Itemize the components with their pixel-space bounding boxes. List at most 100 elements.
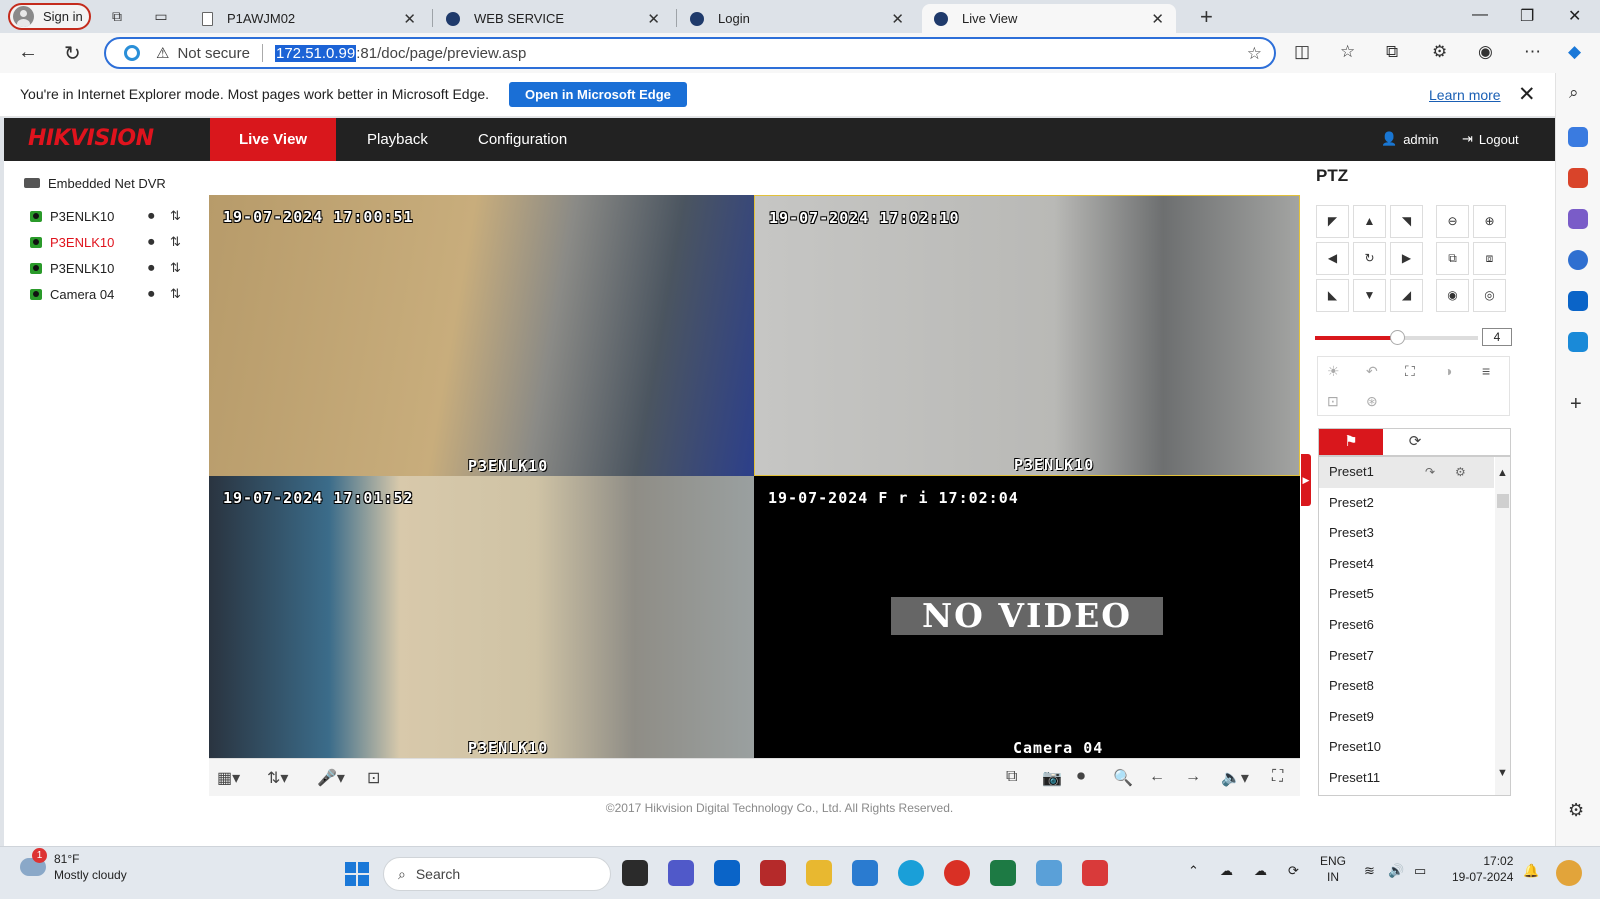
- ptz-speed-handle[interactable]: [1389, 330, 1405, 345]
- preset-item[interactable]: Preset4: [1319, 549, 1494, 580]
- preset-item[interactable]: Preset1 ↷ ⚙: [1319, 457, 1494, 488]
- call-preset-icon[interactable]: ↷: [1425, 457, 1435, 487]
- enable-all-icon[interactable]: ⊡: [367, 768, 380, 788]
- lens-init-icon[interactable]: ◑: [1444, 363, 1452, 379]
- camera-item[interactable]: P3ENLK10 ⏺ ⇅: [24, 203, 214, 229]
- remote-app-icon[interactable]: [852, 860, 878, 886]
- preset-item[interactable]: Preset3: [1319, 518, 1494, 549]
- extensions-icon[interactable]: ⚙: [1432, 42, 1447, 62]
- ie-mode-icon[interactable]: [124, 45, 140, 61]
- preset-scrollbar[interactable]: ▲ ▼: [1495, 457, 1510, 795]
- stream-type-icon[interactable]: ⇅▾: [267, 768, 288, 788]
- camera-item[interactable]: P3ENLK10 ⏺ ⇅: [24, 229, 214, 255]
- close-tab-icon[interactable]: ✕: [891, 10, 904, 28]
- more-menu-icon[interactable]: ⋯: [1524, 42, 1541, 62]
- toolbox-icon[interactable]: [1568, 168, 1588, 188]
- add-icon[interactable]: +: [1570, 393, 1582, 416]
- people-icon[interactable]: [1568, 209, 1588, 229]
- dvr-node[interactable]: Embedded Net DVR: [24, 172, 214, 194]
- chrome-app-icon[interactable]: [944, 860, 970, 886]
- stream-select-icon[interactable]: ⇅: [170, 286, 192, 302]
- favorites-icon[interactable]: ☆: [1340, 42, 1355, 62]
- record-all-icon[interactable]: ⏺: [1077, 768, 1085, 786]
- tab-login[interactable]: Login ✕: [678, 4, 916, 33]
- anydesk-app-icon[interactable]: [1082, 860, 1108, 886]
- auxiliary-focus-icon[interactable]: ⊡: [1327, 393, 1339, 410]
- record-icon[interactable]: ⏺: [148, 234, 170, 250]
- pan-up-button[interactable]: ▲: [1353, 205, 1386, 238]
- tab-p1awjm02[interactable]: P1AWJM02 ✕: [190, 4, 428, 33]
- stream-select-icon[interactable]: ⇅: [170, 234, 192, 250]
- 3d-positioning-icon[interactable]: ⛶: [1405, 363, 1415, 380]
- light-icon[interactable]: ☀: [1327, 363, 1340, 380]
- focus-far-icon[interactable]: ⧈: [1473, 242, 1506, 275]
- preset-item[interactable]: Preset6: [1319, 610, 1494, 641]
- tab-actions-icon[interactable]: ▭: [152, 7, 170, 25]
- menu-icon[interactable]: ≡: [1482, 363, 1490, 379]
- tray-chevron-icon[interactable]: ⌃: [1188, 863, 1199, 879]
- camera-item[interactable]: Camera 04 ⏺ ⇅: [24, 281, 214, 307]
- pan-down-button[interactable]: ▼: [1353, 279, 1386, 312]
- fullscreen-icon[interactable]: ⛶: [1272, 768, 1283, 786]
- open-in-edge-button[interactable]: Open in Microsoft Edge: [509, 82, 687, 107]
- onedrive-icon[interactable]: ☁: [1220, 863, 1233, 879]
- scroll-up-icon[interactable]: ▲: [1497, 467, 1508, 479]
- edge-app-icon[interactable]: [898, 860, 924, 886]
- zoom-out-icon[interactable]: ⊖: [1436, 205, 1469, 238]
- favorite-star-icon[interactable]: ☆: [1247, 44, 1262, 64]
- user-menu[interactable]: 👤 admin: [1381, 131, 1439, 147]
- volume-icon[interactable]: 🔈▾: [1221, 768, 1249, 788]
- outlook-icon[interactable]: [1568, 291, 1588, 311]
- pan-down-left-button[interactable]: ◣: [1316, 279, 1349, 312]
- calendar-app-icon[interactable]: [760, 860, 786, 886]
- taskbar-search[interactable]: ⌕ Search: [383, 857, 611, 891]
- start-button-icon[interactable]: [345, 862, 369, 886]
- learn-more-link[interactable]: Learn more: [1429, 87, 1501, 103]
- tab-live-view[interactable]: Live View ✕: [922, 4, 1176, 33]
- new-tab-icon[interactable]: +: [1200, 4, 1213, 30]
- iris-open-icon[interactable]: ◉: [1436, 279, 1469, 312]
- camera-item[interactable]: P3ENLK10 ⏺ ⇅: [24, 255, 214, 281]
- wiper-icon[interactable]: ↶: [1366, 363, 1378, 380]
- nav-live-view[interactable]: Live View: [210, 118, 337, 161]
- tag-icon[interactable]: [1568, 127, 1588, 147]
- video-tile-2[interactable]: 19-07-2024 17:02:10 P3ENLK10: [754, 195, 1300, 476]
- back-icon[interactable]: ←: [18, 41, 38, 64]
- preset-item[interactable]: Preset8: [1319, 671, 1494, 702]
- nav-playback[interactable]: Playback: [338, 118, 457, 161]
- close-banner-icon[interactable]: ✕: [1518, 82, 1536, 107]
- search-icon[interactable]: ⌕: [1569, 83, 1579, 103]
- preset-item[interactable]: Preset7: [1319, 641, 1494, 672]
- split-screen-icon[interactable]: ◫: [1294, 42, 1310, 62]
- scroll-thumb[interactable]: [1497, 494, 1509, 508]
- battery-icon[interactable]: ▭: [1414, 863, 1426, 879]
- excel-app-icon[interactable]: [990, 860, 1016, 886]
- iris-close-icon[interactable]: ◎: [1473, 279, 1506, 312]
- zoom-in-icon[interactable]: ⊕: [1473, 205, 1506, 238]
- preset-item[interactable]: Preset2: [1319, 488, 1494, 519]
- outlook-app-icon[interactable]: [714, 860, 740, 886]
- stream-select-icon[interactable]: ⇅: [170, 260, 192, 276]
- preset-item[interactable]: Preset5: [1319, 579, 1494, 610]
- pan-left-button[interactable]: ◀: [1316, 242, 1349, 275]
- browser-essentials-icon[interactable]: ◉: [1478, 42, 1493, 62]
- sign-in-button[interactable]: Sign in: [8, 3, 91, 30]
- nav-configuration[interactable]: Configuration: [449, 118, 596, 161]
- stream-select-icon[interactable]: ⇅: [170, 208, 192, 224]
- workspaces-icon[interactable]: ⧉: [108, 7, 126, 25]
- tab-presets-flag-icon[interactable]: ⚑: [1319, 429, 1383, 455]
- language-indicator[interactable]: ENG IN: [1320, 853, 1346, 885]
- microphone-icon[interactable]: 🎤▾: [317, 768, 345, 788]
- wifi-icon[interactable]: ≋: [1364, 863, 1375, 879]
- weather-widget[interactable]: 1 81°F Mostly cloudy: [20, 848, 127, 883]
- pan-right-button[interactable]: ▶: [1390, 242, 1423, 275]
- digital-zoom-icon[interactable]: 🔍: [1113, 768, 1133, 788]
- next-page-icon[interactable]: →: [1185, 768, 1201, 786]
- record-icon[interactable]: ⏺: [148, 286, 170, 302]
- settings-gear-icon[interactable]: ⚙: [1568, 800, 1584, 821]
- notification-bell-icon[interactable]: 🔔: [1523, 863, 1539, 879]
- preset-item[interactable]: Preset11: [1319, 763, 1494, 794]
- pan-up-left-button[interactable]: ◤: [1316, 205, 1349, 238]
- taskbar-clock[interactable]: 17:02 19-07-2024: [1452, 853, 1513, 885]
- record-icon[interactable]: ⏺: [148, 260, 170, 276]
